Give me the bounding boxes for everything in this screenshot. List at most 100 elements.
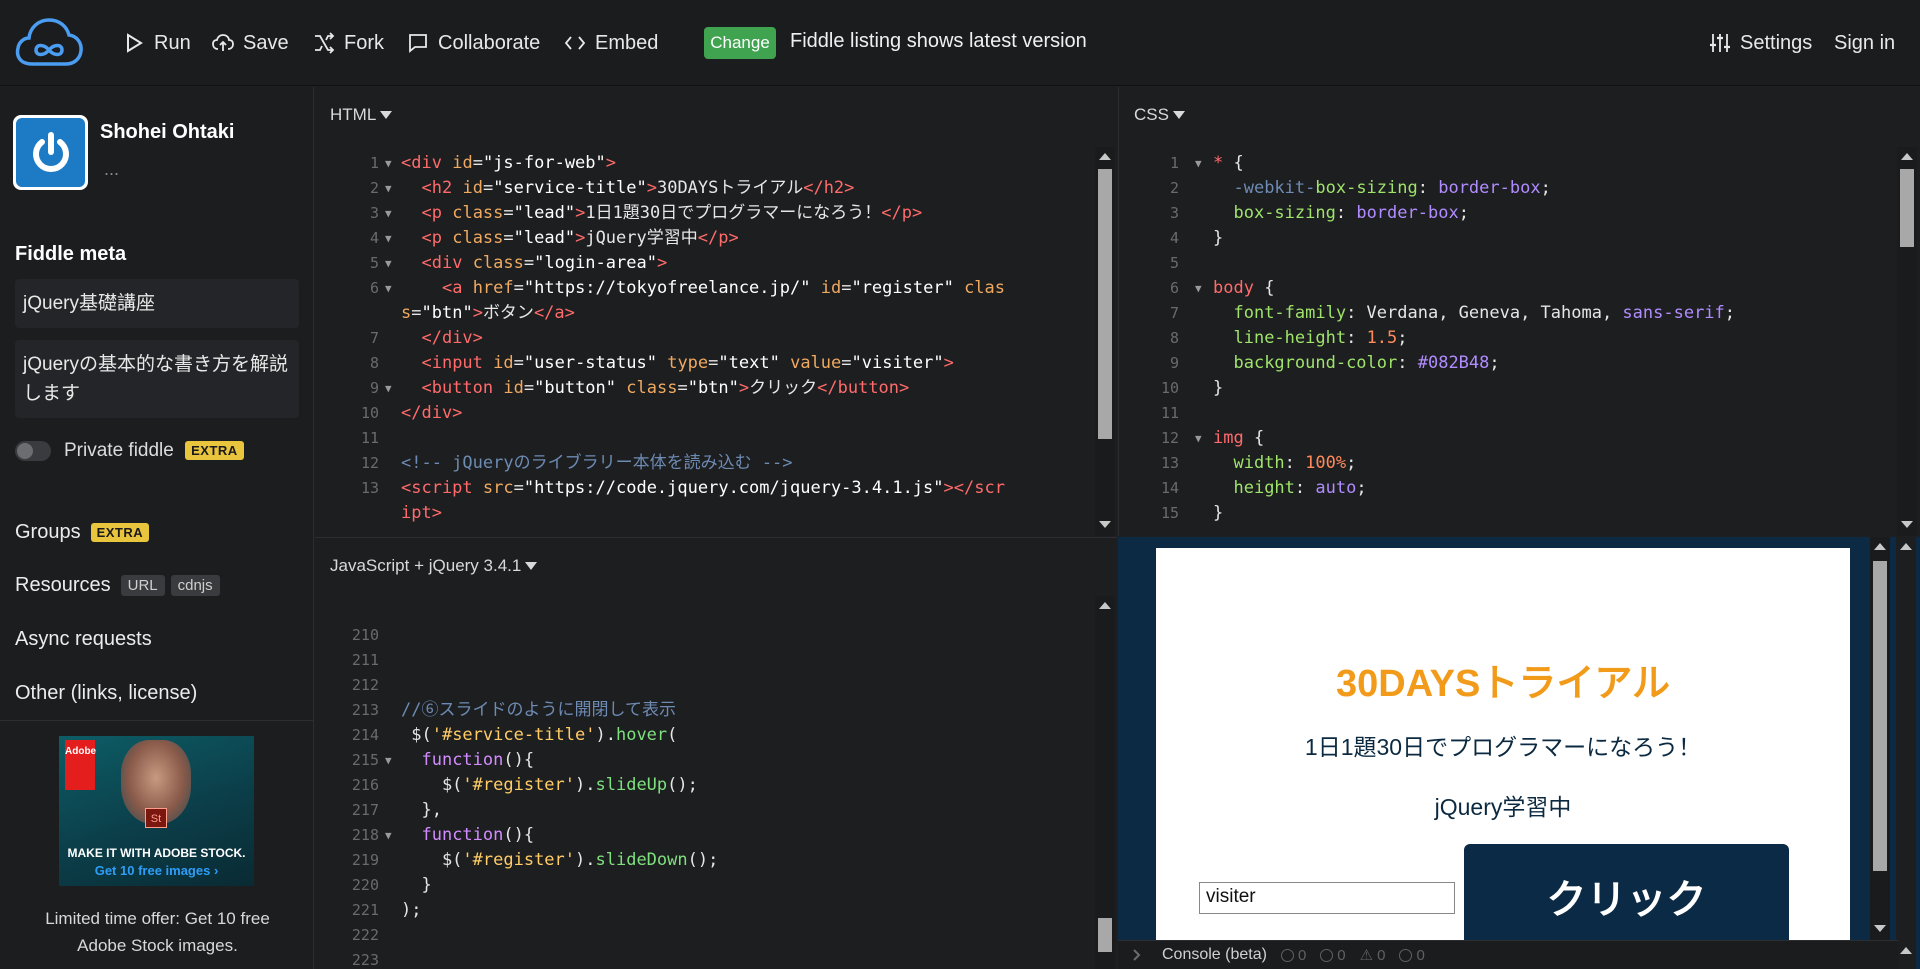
settings-button[interactable]: Settings — [1708, 26, 1812, 60]
code-line: <p class="lead">1日1題30日でプログラマーになろう！</p> — [421, 203, 923, 223]
change-button[interactable]: Change — [704, 27, 776, 59]
css-panel: CSS 1 2 3 4 5 6 7 8 9 10 11 12 13 14 15 … — [1118, 87, 1920, 536]
html-scrollbar[interactable] — [1095, 147, 1115, 536]
code-line: } — [401, 875, 432, 895]
css-scrollbar[interactable] — [1897, 147, 1917, 536]
ad-cta: Get 10 free images › — [94, 863, 219, 878]
user-status-input[interactable]: visiter — [1199, 882, 1455, 914]
caret-down-icon — [525, 562, 538, 570]
console-bar[interactable]: Console (beta) 0 0 ⚠ 0 0 — [1118, 940, 1898, 969]
scroll-down-icon[interactable] — [1901, 521, 1913, 528]
code-line: box-sizing: border-box; — [1233, 203, 1469, 223]
fold-arrow-icon[interactable]: ▼ — [385, 376, 392, 401]
fold-arrow-icon[interactable]: ▼ — [1195, 426, 1202, 451]
caret-down-icon — [1172, 111, 1185, 119]
scroll-thumb[interactable] — [1900, 169, 1914, 247]
fold-arrow-icon[interactable]: ▼ — [385, 748, 392, 773]
resources-cdnjs-chip[interactable]: cdnjs — [170, 575, 220, 596]
collaborate-button[interactable]: Collaborate — [406, 26, 540, 60]
html-panel-title[interactable]: HTML — [330, 105, 393, 125]
code-line: <!-- jQueryのライブラリー本体を読み込む --> — [401, 453, 793, 473]
code-line: } — [1213, 503, 1224, 523]
scroll-thumb[interactable] — [1873, 561, 1887, 871]
scroll-up-icon[interactable] — [1874, 543, 1886, 550]
fold-arrow-icon[interactable]: ▼ — [385, 226, 392, 251]
fold-arrow-icon[interactable]: ▼ — [1195, 151, 1202, 176]
fold-arrow-icon[interactable]: ▼ — [385, 176, 392, 201]
code-line: * { — [1213, 153, 1244, 173]
user-name[interactable]: Shohei Ohtaki — [100, 121, 234, 144]
settings-label: Settings — [1740, 31, 1813, 54]
panel-scrollbar[interactable] — [1896, 537, 1916, 969]
code-line: <h2 id="service-title">30DAYSトライアル</h2> — [421, 178, 855, 198]
top-toolbar: Run Save Fork Collaborate Embed Change F… — [0, 0, 1920, 86]
scroll-thumb[interactable] — [1098, 169, 1112, 439]
scroll-up-icon[interactable] — [1099, 602, 1111, 609]
sidebar-item-other[interactable]: Other (links, license) — [15, 682, 197, 705]
code-line: font-family: Verdana, Geneva, Tahoma, sa… — [1233, 303, 1736, 323]
sidebar-item-async-requests[interactable]: Async requests — [15, 628, 152, 651]
fold-arrow-icon[interactable]: ▼ — [1195, 276, 1202, 301]
code-line: <button id="button" class="btn">クリック</bu… — [421, 378, 910, 398]
avatar[interactable] — [13, 115, 88, 190]
console-log-count: 0 — [1320, 947, 1346, 964]
chat-bubble-icon — [409, 34, 427, 53]
adobe-stock-ad[interactable]: Adobe St MAKE IT WITH ADOBE STOCK. Get 1… — [59, 736, 254, 886]
code-line: -webkit-box-sizing: border-box; — [1233, 178, 1551, 198]
js-scrollbar[interactable] — [1095, 596, 1115, 969]
extra-badge: EXTRA — [185, 441, 244, 461]
save-button[interactable]: Save — [211, 26, 289, 60]
run-button[interactable]: Run — [122, 26, 191, 60]
scroll-down-icon[interactable] — [1874, 925, 1886, 932]
scroll-up-icon[interactable] — [1900, 947, 1912, 954]
play-icon — [127, 33, 143, 53]
scroll-thumb[interactable] — [1098, 918, 1112, 952]
fiddle-description-input[interactable]: jQueryの基本的な書き方を解説します — [15, 340, 299, 418]
service-title[interactable]: 30DAYSトライアル — [1156, 652, 1850, 707]
run-label: Run — [154, 31, 191, 54]
fold-arrow-icon[interactable]: ▼ — [385, 276, 392, 301]
sidebar-item-groups[interactable]: Groups EXTRA — [15, 521, 150, 544]
sidebar-item-resources[interactable]: Resources URL cdnjs — [15, 574, 220, 597]
scroll-up-icon[interactable] — [1099, 153, 1111, 160]
jsfiddle-logo-icon[interactable] — [14, 16, 84, 70]
code-line: $('#service-title').hover( — [401, 725, 678, 745]
scroll-up-icon[interactable] — [1900, 543, 1912, 550]
code-line: $('#register').slideUp(); — [401, 775, 698, 795]
fold-arrow-icon[interactable]: ▼ — [385, 151, 392, 176]
user-more: ... — [104, 159, 120, 179]
sign-in-button[interactable]: Sign in — [1834, 26, 1895, 60]
ad-headline: MAKE IT WITH ADOBE STOCK. — [67, 846, 246, 860]
fold-arrow-icon[interactable]: ▼ — [385, 251, 392, 276]
js-code-editor[interactable]: 210 211 212 213 214 215 216 217 218 219 … — [315, 608, 1095, 969]
fold-arrow-icon[interactable]: ▼ — [385, 201, 392, 226]
result-scrollbar[interactable] — [1870, 537, 1890, 940]
private-fiddle-label: Private fiddle EXTRA — [64, 440, 244, 462]
code-brackets-icon — [564, 36, 586, 50]
extra-badge: EXTRA — [90, 523, 150, 542]
code-line: line-height: 1.5; — [1233, 328, 1408, 348]
console-error-count: 0 — [1399, 947, 1425, 964]
embed-button[interactable]: Embed — [563, 26, 658, 60]
code-line: //⑥スライドのように開閉して表示 — [401, 700, 676, 720]
html-code-editor[interactable]: 1 2 3 4 5 6 7 8 9 10 11 12 13 ▼ ▼ ▼ ▼ ▼ … — [315, 151, 1095, 536]
scroll-up-icon[interactable] — [1901, 153, 1913, 160]
ad-text[interactable]: Limited time offer: Get 10 free Adobe St… — [20, 905, 295, 959]
private-fiddle-toggle[interactable] — [15, 441, 51, 461]
js-panel-title[interactable]: JavaScript + jQuery 3.4.1 — [330, 556, 538, 576]
code-line: ); — [401, 900, 422, 920]
code-line: <script src="https://code.jquery.com/jqu… — [401, 478, 1005, 498]
fiddle-title-input[interactable]: jQuery基礎講座 — [15, 279, 299, 328]
scroll-down-icon[interactable] — [1099, 521, 1111, 528]
resources-url-chip[interactable]: URL — [120, 575, 165, 596]
fold-arrow-icon[interactable]: ▼ — [385, 823, 392, 848]
code-line: } — [1213, 378, 1224, 398]
result-iframe[interactable]: 30DAYSトライアル 1日1題30日でプログラマーになろう！ jQuery学習… — [1156, 548, 1850, 948]
terminal-icon — [1133, 949, 1141, 961]
adobe-logo-icon: Adobe — [65, 740, 96, 790]
result-panel: 30DAYSトライアル 1日1題30日でプログラマーになろう！ jQuery学習… — [1118, 537, 1920, 969]
css-panel-title[interactable]: CSS — [1134, 105, 1185, 125]
fork-button[interactable]: Fork — [312, 26, 384, 60]
click-button[interactable]: クリック — [1464, 844, 1789, 948]
css-code-editor[interactable]: 1 2 3 4 5 6 7 8 9 10 11 12 13 14 15 ▼ ▼ … — [1119, 151, 1899, 536]
